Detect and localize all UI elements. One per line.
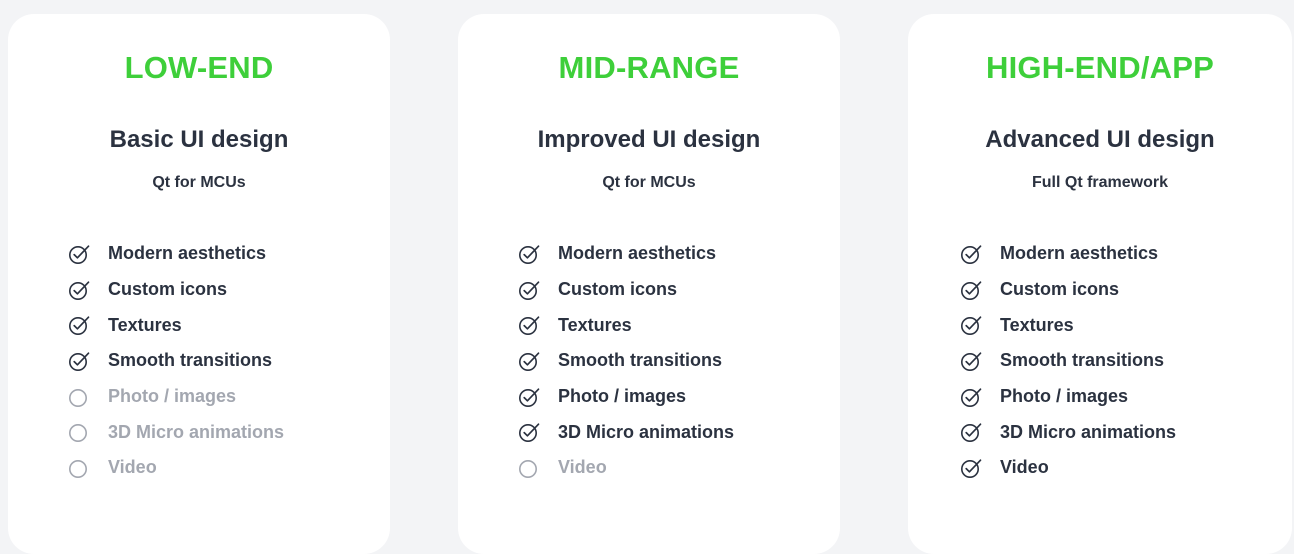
feature-item: Smooth transitions xyxy=(960,343,1176,379)
check-circle-icon xyxy=(518,279,540,301)
check-circle-icon xyxy=(68,350,90,372)
feature-item: Photo / images xyxy=(68,379,284,415)
feature-label: Smooth transitions xyxy=(108,350,273,371)
check-circle-icon xyxy=(960,314,982,336)
feature-label: Custom icons xyxy=(108,279,228,300)
check-circle-icon xyxy=(518,243,540,265)
tier-card-low-end: LOW-END Basic UI design Qt for MCUs Mode… xyxy=(8,14,390,554)
check-circle-icon xyxy=(960,386,982,408)
check-circle-icon xyxy=(960,457,982,479)
feature-item: Custom icons xyxy=(68,272,284,308)
feature-label: Modern aesthetics xyxy=(558,243,717,264)
feature-label: Photo / images xyxy=(1000,386,1129,407)
empty-circle-icon xyxy=(68,421,90,443)
tier-heading: Advanced UI design xyxy=(985,126,1215,153)
tier-title: LOW-END xyxy=(124,50,274,85)
feature-label: 3D Micro animations xyxy=(1000,421,1177,442)
check-circle-icon xyxy=(68,314,90,336)
feature-label: Smooth transitions xyxy=(1000,350,1165,371)
feature-label: Modern aesthetics xyxy=(1000,243,1159,264)
feature-label: 3D Micro animations xyxy=(558,421,735,442)
check-circle-icon xyxy=(960,421,982,443)
feature-item: Custom icons xyxy=(518,272,734,308)
tier-subheading: Full Qt framework xyxy=(1031,174,1169,191)
empty-circle-icon xyxy=(68,457,90,479)
feature-label: Modern aesthetics xyxy=(108,243,267,264)
feature-item: 3D Micro animations xyxy=(960,414,1176,450)
tier-card-mid-range: MID-RANGE Improved UI design Qt for MCUs… xyxy=(458,14,840,554)
feature-list: Modern aesthetics Custom icons Textures … xyxy=(518,236,734,486)
feature-item: Video xyxy=(68,450,284,486)
feature-item: Textures xyxy=(518,307,734,343)
check-circle-icon xyxy=(518,386,540,408)
feature-item: Textures xyxy=(960,307,1176,343)
check-circle-icon xyxy=(68,279,90,301)
check-circle-icon xyxy=(960,279,982,301)
feature-label: Textures xyxy=(558,314,632,335)
feature-item: 3D Micro animations xyxy=(68,414,284,450)
feature-item: Smooth transitions xyxy=(518,343,734,379)
feature-item: Modern aesthetics xyxy=(518,236,734,272)
feature-item: Photo / images xyxy=(518,379,734,415)
feature-label: Video xyxy=(108,457,157,478)
tier-title: MID-RANGE xyxy=(558,50,740,85)
feature-label: Textures xyxy=(1000,314,1074,335)
tier-heading: Improved UI design xyxy=(537,126,761,153)
feature-label: Video xyxy=(558,457,607,478)
feature-list: Modern aesthetics Custom icons Textures … xyxy=(960,236,1176,486)
feature-label: Video xyxy=(1000,457,1049,478)
feature-item: Video xyxy=(960,450,1176,486)
tier-card-high-end: HIGH-END/APP Advanced UI design Full Qt … xyxy=(908,14,1292,554)
feature-item: Textures xyxy=(68,307,284,343)
feature-item: 3D Micro animations xyxy=(518,414,734,450)
feature-item: Modern aesthetics xyxy=(960,236,1176,272)
check-circle-icon xyxy=(68,243,90,265)
feature-label: Photo / images xyxy=(558,386,687,407)
feature-item: Custom icons xyxy=(960,272,1176,308)
feature-item: Smooth transitions xyxy=(68,343,284,379)
feature-item: Modern aesthetics xyxy=(68,236,284,272)
tier-title: HIGH-END/APP xyxy=(985,50,1215,85)
empty-circle-icon xyxy=(518,457,540,479)
tier-heading: Basic UI design xyxy=(109,126,289,153)
empty-circle-icon xyxy=(68,386,90,408)
check-circle-icon xyxy=(518,421,540,443)
tier-subheading: Qt for MCUs xyxy=(602,174,696,191)
feature-label: Custom icons xyxy=(558,279,678,300)
check-circle-icon xyxy=(960,350,982,372)
feature-label: 3D Micro animations xyxy=(108,421,285,442)
feature-label: Smooth transitions xyxy=(558,350,723,371)
feature-item: Photo / images xyxy=(960,379,1176,415)
feature-item: Video xyxy=(518,450,734,486)
feature-label: Custom icons xyxy=(1000,279,1120,300)
tier-subheading: Qt for MCUs xyxy=(152,174,246,191)
feature-label: Photo / images xyxy=(108,386,237,407)
check-circle-icon xyxy=(518,314,540,336)
check-circle-icon xyxy=(518,350,540,372)
check-circle-icon xyxy=(960,243,982,265)
feature-list: Modern aesthetics Custom icons Textures … xyxy=(68,236,284,486)
feature-label: Textures xyxy=(108,314,182,335)
